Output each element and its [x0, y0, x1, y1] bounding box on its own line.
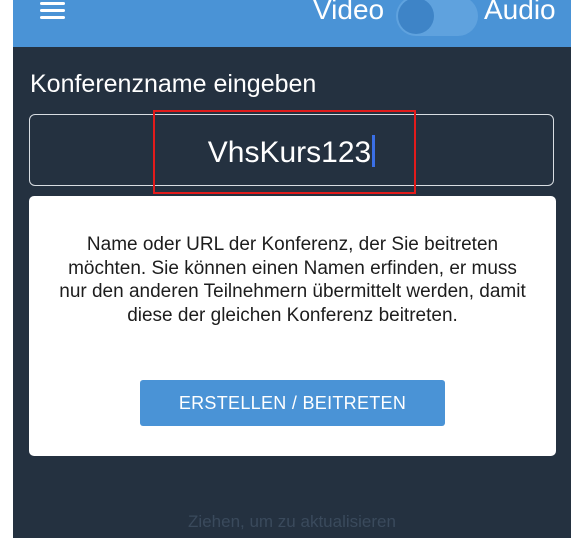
- hamburger-menu-icon[interactable]: [40, 2, 65, 22]
- annotation-highlight-box: [153, 110, 416, 194]
- info-card: Name oder URL der Konferenz, der Sie bei…: [29, 196, 556, 456]
- audio-label: Audio: [484, 0, 556, 25]
- help-text: Name oder URL der Konferenz, der Sie bei…: [59, 234, 526, 326]
- app-screen: Video Audio Konferenzname eingeben VhsKu…: [13, 0, 571, 538]
- create-join-button[interactable]: ERSTELLEN / BEITRETEN: [140, 380, 445, 426]
- top-bar: Video Audio: [13, 0, 571, 47]
- pull-to-refresh-hint: Ziehen, um zu aktualisieren: [188, 512, 396, 531]
- video-audio-toggle[interactable]: [396, 0, 478, 36]
- conference-name-prompt: Konferenzname eingeben: [30, 70, 317, 98]
- toggle-knob: [398, 0, 434, 34]
- video-label: Video: [313, 0, 385, 25]
